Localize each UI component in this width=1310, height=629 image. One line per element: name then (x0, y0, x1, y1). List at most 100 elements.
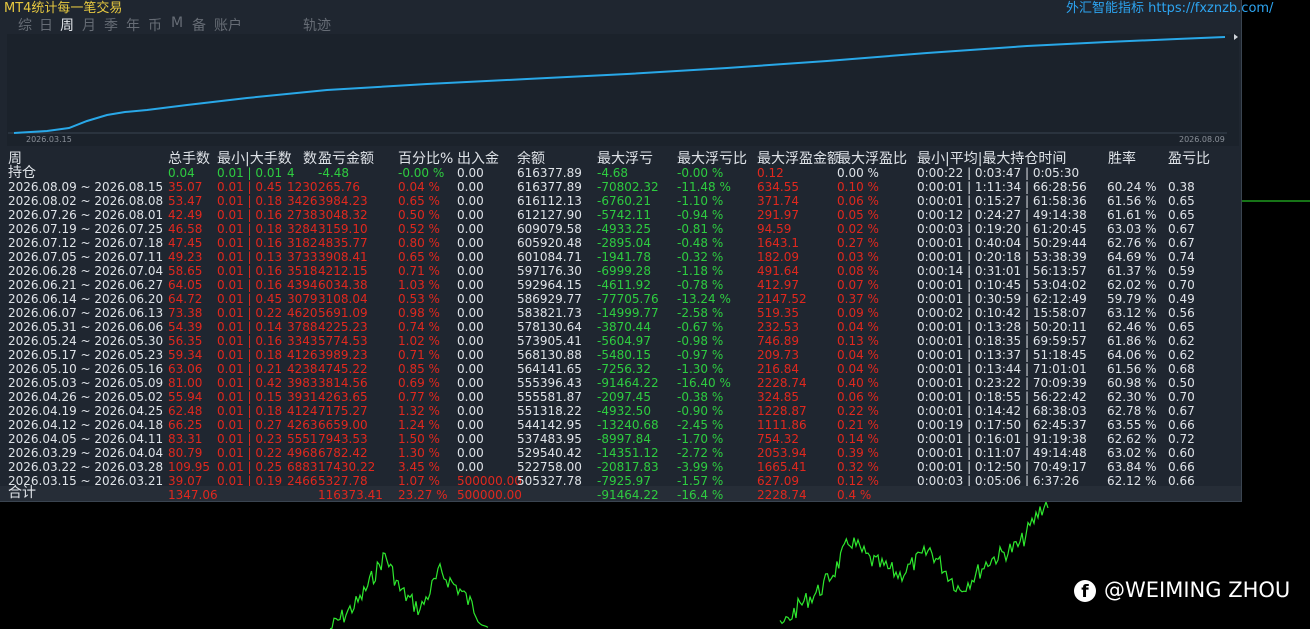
cell-win-rate: 60.98 % (1107, 376, 1157, 390)
tab-notes[interactable]: 备 (192, 15, 206, 35)
header-link-url[interactable]: https://fxznzb.com/ (1148, 1, 1273, 16)
table-row[interactable]: 2026.07.05 ~ 2026.07.11 49.23 0.01 | 0.13 3… (0, 250, 1240, 264)
tab-month[interactable]: 月 (82, 15, 96, 35)
cell-pct: 1.02 % (398, 334, 440, 348)
cell-deposit: 0.00 (457, 376, 484, 390)
tab-year[interactable]: 年 (126, 15, 140, 35)
table-row[interactable]: 2026.03.22 ~ 2026.03.28 109.95 0.01 | 0.25… (0, 460, 1240, 474)
cell-max-dd: -14999.77 (597, 306, 659, 320)
tab-track[interactable]: 轨迹 (303, 15, 331, 35)
cell-max-fp: 491.64 (757, 264, 799, 278)
cell-hold-time: 0:00:01 | 0:16:01 | 91:19:38 (917, 432, 1087, 446)
cell-max-fp: 412.97 (757, 278, 799, 292)
cell-balance: 616112.13 (517, 194, 582, 208)
tab-week[interactable]: 周 (60, 15, 74, 35)
cell-minmax: 0.01 | 0.27 (217, 418, 283, 432)
cell-minmax: 0.01 | 0.18 (217, 194, 283, 208)
table-row[interactable]: 2026.06.21 ~ 2026.06.27 64.05 0.01 | 0.16 4… (0, 278, 1240, 292)
table-row[interactable]: 2026.05.24 ~ 2026.05.30 56.35 0.01 | 0.16 3… (0, 334, 1240, 348)
cell-pnl: 4263.65 (318, 390, 368, 404)
cell-pct: 0.85 % (398, 362, 440, 376)
equity-curve (13, 36, 1226, 134)
cell-win-rate: 63.55 % (1107, 418, 1157, 432)
holding-minmax: 0.01 | 0.01 (217, 166, 283, 180)
table-row[interactable]: 2026.07.19 ~ 2026.07.25 46.58 0.01 | 0.18 3… (0, 222, 1240, 236)
col-lots[interactable]: 总手数 (168, 148, 210, 168)
col-hold-time[interactable]: 最小|平均|最大持仓时间 (917, 148, 1066, 168)
cell-pnl: 6659.00 (318, 418, 368, 432)
cell-count: 3426 (287, 194, 318, 208)
table-row[interactable]: 2026.04.26 ~ 2026.05.02 55.94 0.01 | 0.15 3… (0, 390, 1240, 404)
cell-pl-ratio: 0.74 (1168, 250, 1195, 264)
col-balance[interactable]: 余额 (517, 148, 545, 168)
cell-max-fp-pct: 0.03 % (837, 250, 879, 264)
table-row[interactable]: 2026.07.26 ~ 2026.08.01 42.49 0.01 | 0.16 2… (0, 208, 1240, 222)
cell-pct: 1.50 % (398, 432, 440, 446)
table-row[interactable]: 2026.04.05 ~ 2026.04.11 83.31 0.01 | 0.23 5… (0, 432, 1240, 446)
holding-max-dd-pct: -0.00 % (677, 166, 724, 180)
cell-minmax: 0.01 | 0.16 (217, 278, 283, 292)
table-row[interactable]: 2026.08.09 ~ 2026.08.15 35.07 0.01 | 0.45 1… (0, 180, 1240, 194)
cell-max-fp-pct: 0.13 % (837, 334, 879, 348)
table-row[interactable]: 2026.04.12 ~ 2026.04.18 66.25 0.01 | 0.27 4… (0, 418, 1240, 432)
col-max-floating-profit[interactable]: 最大浮盈金额 (757, 148, 841, 168)
table-row[interactable]: 2026.05.17 ~ 2026.05.23 59.34 0.01 | 0.18 4… (0, 348, 1240, 362)
cell-win-rate: 61.86 % (1107, 334, 1157, 348)
cell-win-rate: 61.37 % (1107, 264, 1157, 278)
cell-lots: 64.72 (168, 292, 203, 306)
cell-max-fp-pct: 0.37 % (837, 292, 879, 306)
cell-period: 2026.05.10 ~ 2026.05.16 (8, 362, 164, 376)
table-row[interactable]: 2026.04.19 ~ 2026.04.25 62.48 0.01 | 0.18 4… (0, 404, 1240, 418)
table-row[interactable]: 2026.06.28 ~ 2026.07.04 58.65 0.01 | 0.16 3… (0, 264, 1240, 278)
cell-max-dd-pct: -0.32 % (677, 250, 724, 264)
table-row[interactable]: 2026.05.31 ~ 2026.06.06 54.39 0.01 | 0.14 3… (0, 320, 1240, 334)
cell-balance: 592964.15 (517, 278, 582, 292)
table-row[interactable]: 2026.05.10 ~ 2026.05.16 63.06 0.01 | 0.21 4… (0, 362, 1240, 376)
cell-count: 4263 (287, 418, 318, 432)
tab-summary[interactable]: 综 (18, 15, 32, 35)
tab-magic[interactable]: M (171, 15, 183, 31)
cell-max-fp: 182.09 (757, 250, 799, 264)
col-max-drawdown-pct[interactable]: 最大浮亏比 (677, 148, 747, 168)
col-pnl[interactable]: 盈亏金额 (318, 148, 374, 168)
tab-currency[interactable]: 币 (148, 15, 162, 35)
table-row[interactable]: 2026.03.29 ~ 2026.04.04 80.79 0.01 | 0.22 4… (0, 446, 1240, 460)
holding-max-fp: 0.12 (757, 166, 784, 180)
cell-max-fp: 754.32 (757, 432, 799, 446)
tab-day[interactable]: 日 (39, 15, 53, 35)
table-row[interactable]: 2026.08.02 ~ 2026.08.08 53.47 0.01 | 0.18 3… (0, 194, 1240, 208)
cell-lots: 49.23 (168, 250, 203, 264)
cell-max-dd: -7256.32 (597, 362, 651, 376)
holding-pnl: -4.48 (318, 166, 350, 180)
col-max-floating-profit-pct[interactable]: 最大浮盈比 (837, 148, 907, 168)
col-pl-ratio[interactable]: 盈亏比 (1168, 148, 1210, 168)
cell-period: 2026.06.21 ~ 2026.06.27 (8, 278, 164, 292)
col-max-drawdown[interactable]: 最大浮亏 (597, 148, 653, 168)
cell-win-rate: 62.76 % (1107, 236, 1157, 250)
col-deposit[interactable]: 出入金 (457, 148, 499, 168)
cell-count: 3518 (287, 264, 318, 278)
col-percent[interactable]: 百分比% (398, 148, 453, 168)
tab-account[interactable]: 账户 (214, 15, 242, 35)
cell-minmax: 0.01 | 0.45 (217, 180, 283, 194)
col-minmax-lots[interactable]: 最小|大手数 (217, 148, 292, 168)
cell-win-rate: 61.56 % (1107, 362, 1157, 376)
col-count[interactable]: 数 (303, 148, 317, 168)
table-row[interactable]: 2026.07.12 ~ 2026.07.18 47.45 0.01 | 0.16 3… (0, 236, 1240, 250)
col-win-rate[interactable]: 胜率 (1108, 148, 1136, 168)
cell-max-fp-pct: 0.04 % (837, 320, 879, 334)
cell-pct: 0.77 % (398, 390, 440, 404)
table-row[interactable]: 2026.06.07 ~ 2026.06.13 73.38 0.01 | 0.22 4… (0, 306, 1240, 320)
holding-max-dd: -4.68 (597, 166, 629, 180)
cell-count: 3983 (287, 376, 318, 390)
tab-quarter[interactable]: 季 (104, 15, 118, 35)
cell-lots: 109.95 (168, 460, 210, 474)
cell-period: 2026.05.17 ~ 2026.05.23 (8, 348, 164, 362)
holding-row[interactable]: 持仓 0.04 0.01 | 0.01 4 -4.48 -0.00 % 0.00… (0, 166, 1240, 180)
cell-balance: 612127.90 (517, 208, 582, 222)
cell-max-dd: -6760.21 (597, 194, 651, 208)
table-row[interactable]: 2026.05.03 ~ 2026.05.09 81.00 0.01 | 0.42 3… (0, 376, 1240, 390)
table-row[interactable]: 2026.06.14 ~ 2026.06.20 64.72 0.01 | 0.45 3… (0, 292, 1240, 306)
header-link[interactable]: 外汇智能指标 https://fxznzb.com/ (1066, 0, 1273, 16)
cell-pl-ratio: 0.70 (1168, 390, 1195, 404)
